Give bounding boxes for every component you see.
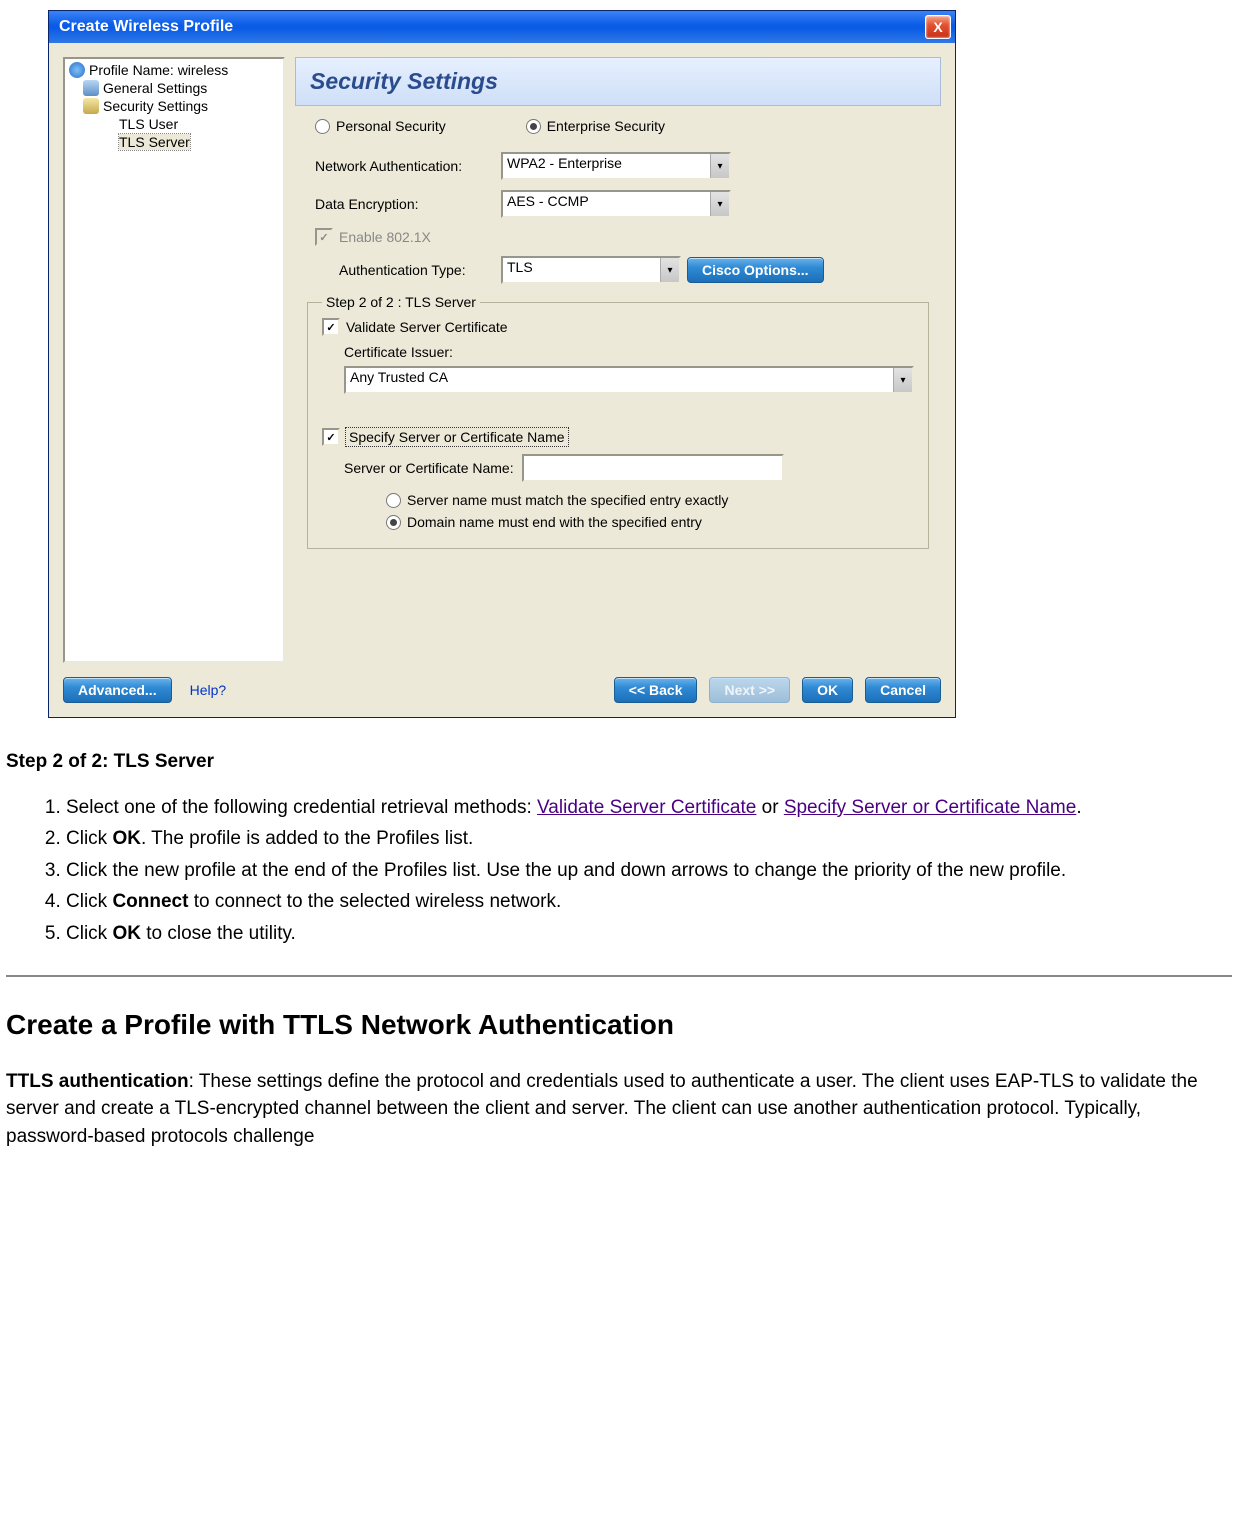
profile-tree[interactable]: Profile Name: wireless General Settings … <box>63 57 285 663</box>
next-button: Next >> <box>709 677 790 703</box>
match-exact-radio[interactable]: Server name must match the specified ent… <box>386 492 914 508</box>
tree-item-label: TLS Server <box>119 134 190 150</box>
select-value: TLS <box>507 259 533 275</box>
radio-on-icon <box>526 119 541 134</box>
list-item: Select one of the following credential r… <box>66 794 1232 822</box>
cisco-options-button[interactable]: Cisco Options... <box>687 257 824 283</box>
radio-label: Server name must match the specified ent… <box>407 492 728 508</box>
field-label: Data Encryption: <box>305 196 495 212</box>
data-enc-select[interactable]: AES - CCMP <box>501 190 731 218</box>
list-item: Click the new profile at the end of the … <box>66 857 1232 885</box>
enable-8021x-checkbox <box>315 228 333 246</box>
ttls-paragraph: TTLS authentication: These settings defi… <box>6 1068 1232 1151</box>
server-name-row: Server or Certificate Name: <box>344 454 914 482</box>
dialog-body: Profile Name: wireless General Settings … <box>49 43 955 669</box>
advanced-button[interactable]: Advanced... <box>63 677 172 703</box>
auth-type-select[interactable]: TLS <box>501 256 681 284</box>
tree-item-label: TLS User <box>119 116 178 132</box>
specify-server-checkbox[interactable] <box>322 428 340 446</box>
dialog-title: Create Wireless Profile <box>59 18 233 36</box>
section-heading: Create a Profile with TTLS Network Authe… <box>6 1005 1232 1046</box>
specify-server-checkbox-row[interactable]: Specify Server or Certificate Name <box>322 428 914 446</box>
wireless-profile-dialog: Create Wireless Profile X Profile Name: … <box>48 10 956 718</box>
checkbox-label: Specify Server or Certificate Name <box>346 428 568 446</box>
select-value: Any Trusted CA <box>350 369 448 385</box>
field-label: Server or Certificate Name: <box>344 460 514 476</box>
server-name-input[interactable] <box>522 454 784 482</box>
radio-off-icon <box>386 493 401 508</box>
security-form: Personal Security Enterprise Security Ne… <box>295 106 941 549</box>
match-domain-radio[interactable]: Domain name must end with the specified … <box>386 514 914 530</box>
list-item: Click Connect to connect to the selected… <box>66 888 1232 916</box>
tree-item-label: General Settings <box>103 80 207 96</box>
enterprise-security-radio[interactable]: Enterprise Security <box>526 118 665 134</box>
radio-label: Domain name must end with the specified … <box>407 514 702 530</box>
tree-item-general-settings[interactable]: General Settings <box>65 79 283 97</box>
tree-item-tls-user[interactable]: TLS User <box>65 115 283 133</box>
radio-label: Enterprise Security <box>547 118 665 134</box>
tree-item-label: Profile Name: wireless <box>89 62 228 78</box>
data-enc-row: Data Encryption: AES - CCMP <box>305 190 931 218</box>
globe-icon <box>69 62 85 78</box>
list-item: Click OK to close the utility. <box>66 920 1232 948</box>
list-item: Click OK. The profile is added to the Pr… <box>66 825 1232 853</box>
help-link[interactable]: Help? <box>190 682 227 698</box>
network-auth-row: Network Authentication: WPA2 - Enterpris… <box>305 152 931 180</box>
radio-label: Personal Security <box>336 118 446 134</box>
dialog-titlebar[interactable]: Create Wireless Profile X <box>49 11 955 43</box>
tree-item-label: Security Settings <box>103 98 208 114</box>
dialog-footer: Advanced... Help? << Back Next >> OK Can… <box>49 669 955 717</box>
tree-item-security-settings[interactable]: Security Settings <box>65 97 283 115</box>
back-button[interactable]: << Back <box>614 677 698 703</box>
ok-button[interactable]: OK <box>802 677 853 703</box>
checkbox-label: Validate Server Certificate <box>346 319 508 335</box>
step-list: Select one of the following credential r… <box>6 794 1232 948</box>
link-validate-cert[interactable]: Validate Server Certificate <box>537 797 756 818</box>
personal-security-radio[interactable]: Personal Security <box>315 118 446 134</box>
tree-item-tls-server[interactable]: TLS Server <box>65 133 283 151</box>
close-button[interactable]: X <box>925 15 951 39</box>
link-specify-server[interactable]: Specify Server or Certificate Name <box>784 797 1077 818</box>
auth-type-row: Authentication Type: TLS Cisco Options..… <box>305 256 931 284</box>
cert-issuer-select[interactable]: Any Trusted CA <box>344 366 914 394</box>
panel-heading: Security Settings <box>295 57 941 106</box>
documentation-content: Step 2 of 2: TLS Server Select one of th… <box>0 748 1238 1180</box>
tree-item-profile-name[interactable]: Profile Name: wireless <box>65 61 283 79</box>
checkbox-label: Enable 802.1X <box>339 229 431 245</box>
user-icon <box>83 80 99 96</box>
enable-8021x-row: Enable 802.1X <box>305 228 931 246</box>
network-auth-select[interactable]: WPA2 - Enterprise <box>501 152 731 180</box>
tls-server-group: Step 2 of 2 : TLS Server Validate Server… <box>307 294 929 549</box>
cert-issuer-label: Certificate Issuer: <box>344 344 914 360</box>
close-icon: X <box>933 19 942 35</box>
cancel-button[interactable]: Cancel <box>865 677 941 703</box>
radio-on-icon <box>386 515 401 530</box>
field-label: Authentication Type: <box>305 262 495 278</box>
lock-icon <box>83 98 99 114</box>
validate-cert-checkbox-row[interactable]: Validate Server Certificate <box>322 318 914 336</box>
field-label: Network Authentication: <box>305 158 495 174</box>
security-type-radios: Personal Security Enterprise Security <box>305 118 931 134</box>
select-value: WPA2 - Enterprise <box>507 155 622 171</box>
group-legend: Step 2 of 2 : TLS Server <box>322 294 480 310</box>
select-value: AES - CCMP <box>507 193 589 209</box>
radio-off-icon <box>315 119 330 134</box>
settings-panel: Security Settings Personal Security Ente… <box>285 57 941 663</box>
section-divider <box>6 975 1232 977</box>
step-heading: Step 2 of 2: TLS Server <box>6 748 1232 776</box>
validate-cert-checkbox[interactable] <box>322 318 340 336</box>
